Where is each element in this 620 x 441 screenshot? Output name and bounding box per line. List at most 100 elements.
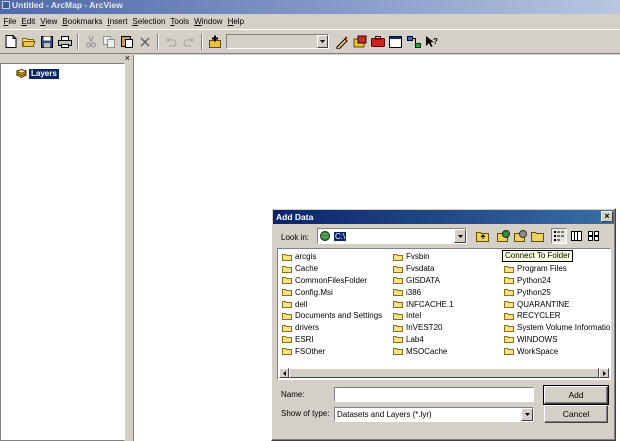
file-list-item[interactable]: dell <box>282 298 382 310</box>
file-list-item[interactable]: Documents and Settings <box>282 310 382 322</box>
command-line-icon[interactable] <box>387 33 404 50</box>
copy-icon[interactable] <box>100 33 117 50</box>
file-list-item[interactable]: i386 <box>393 286 454 298</box>
print-icon[interactable] <box>56 33 73 50</box>
dialog-title: Add Data <box>276 212 314 222</box>
undo-icon[interactable] <box>162 33 179 50</box>
scroll-left-icon[interactable] <box>279 368 289 378</box>
cancel-button[interactable]: Cancel <box>544 405 608 423</box>
scrollbar-thumb[interactable] <box>289 368 599 378</box>
menu-bookmarks[interactable]: Bookmarks <box>60 15 105 28</box>
folder-icon <box>504 335 514 344</box>
list-view-icon[interactable] <box>551 228 567 244</box>
cut-icon[interactable] <box>82 33 99 50</box>
toolbar-separator <box>77 33 79 50</box>
menu-file[interactable]: File <box>1 15 19 28</box>
file-list-item[interactable]: WINDOWS <box>504 334 610 346</box>
file-list-item[interactable]: System Volume Information <box>504 322 610 334</box>
whats-this-icon[interactable]: ? <box>423 33 440 50</box>
show-of-type-combo[interactable]: Datasets and Layers (*.lyr) <box>334 407 534 422</box>
new-folder-icon[interactable] <box>530 228 546 244</box>
editor-toolbar-icon[interactable] <box>333 33 350 50</box>
file-list-item[interactable]: Program Files <box>504 263 610 275</box>
menu-window[interactable]: Window <box>192 15 225 28</box>
arcmap-app-icon <box>2 1 10 9</box>
file-list-item[interactable]: QUARANTINE <box>504 298 610 310</box>
file-list-item-label: drivers <box>295 323 320 333</box>
chevron-down-icon[interactable] <box>521 408 533 421</box>
toc-header: × <box>0 54 133 63</box>
file-column: Fvsbin Fvsdata GISDATA i386 INFCACHE.1 Intel I… <box>393 251 454 357</box>
folder-icon <box>282 288 292 297</box>
file-list-item[interactable]: ESRI <box>282 334 382 346</box>
file-list-item[interactable]: Config.Msi <box>282 286 382 298</box>
save-icon[interactable] <box>38 33 55 50</box>
dialog-titlebar[interactable]: Add Data × <box>273 210 614 224</box>
chevron-down-icon[interactable] <box>454 229 466 243</box>
redo-icon[interactable] <box>180 33 197 50</box>
file-list-item[interactable]: Intel <box>393 310 454 322</box>
paste-icon[interactable] <box>118 33 135 50</box>
up-one-level-icon[interactable] <box>475 228 491 244</box>
chevron-down-icon[interactable] <box>317 35 328 48</box>
toc-layer-tree[interactable]: Layers <box>0 63 125 441</box>
name-input[interactable] <box>334 387 534 402</box>
file-list-item[interactable]: drivers <box>282 322 382 334</box>
file-list-item[interactable]: Fvsdata <box>393 263 454 275</box>
file-list-item[interactable]: InVEST20 <box>393 322 454 334</box>
file-browser-list[interactable]: arcgis Cache CommonFilesFolder Config.Msi de… <box>277 248 611 380</box>
horizontal-scrollbar[interactable] <box>279 368 609 378</box>
file-list-item-label: GISDATA <box>406 275 440 285</box>
layers-data-frame[interactable]: Layers <box>16 69 59 79</box>
menu-tools[interactable]: Tools <box>168 15 192 28</box>
folder-icon <box>282 347 292 356</box>
menu-help[interactable]: Help <box>225 15 246 28</box>
menu-selection[interactable]: Selection <box>130 15 168 28</box>
file-list-item-label: RECYCLER <box>517 311 561 321</box>
arcatalog-icon[interactable] <box>351 33 368 50</box>
menu-view[interactable]: View <box>38 15 60 28</box>
standard-toolbar: ? <box>0 29 620 54</box>
arctoolbox-icon[interactable] <box>369 33 386 50</box>
menu-insert[interactable]: Insert <box>105 15 130 28</box>
scroll-right-icon[interactable] <box>599 368 609 378</box>
file-list-item[interactable]: RECYCLER <box>504 310 610 322</box>
menu-edit[interactable]: Edit <box>19 15 38 28</box>
file-list-item[interactable]: Fvsbin <box>393 251 454 263</box>
file-list-item[interactable]: GISDATA <box>393 275 454 287</box>
look-in-combo[interactable]: C:\ <box>317 228 467 244</box>
folder-icon <box>282 253 292 261</box>
file-list-item[interactable]: Python24 <box>504 275 610 287</box>
file-list-item-label: Python25 <box>517 287 551 297</box>
file-list-item[interactable]: WorkSpace <box>504 345 610 357</box>
folder-icon <box>393 265 403 273</box>
add-button[interactable]: Add <box>543 385 609 405</box>
file-list-item[interactable]: Lab4 <box>393 334 454 346</box>
disconnect-folder-icon[interactable] <box>513 228 529 244</box>
add-data-icon[interactable] <box>206 33 223 50</box>
new-document-icon[interactable] <box>2 33 19 50</box>
delete-icon[interactable] <box>136 33 153 50</box>
file-list-item[interactable]: FSOther <box>282 345 382 357</box>
file-list-item[interactable]: INFCACHE.1 <box>393 298 454 310</box>
file-list-item[interactable]: MSOCache <box>393 345 454 357</box>
close-icon[interactable]: × <box>125 54 130 63</box>
details-view-icon[interactable] <box>568 228 584 244</box>
file-list-item-label: WINDOWS <box>517 334 558 344</box>
map-scale-combo[interactable] <box>226 34 329 49</box>
file-list-item[interactable]: Cache <box>282 263 382 275</box>
file-list-item-label: i386 <box>406 287 422 297</box>
connect-to-folder-icon[interactable] <box>496 228 512 244</box>
thumbnails-view-icon[interactable] <box>585 228 601 244</box>
file-list-item-label: Cache <box>295 264 319 274</box>
dialog-close-button[interactable]: × <box>601 211 613 222</box>
file-list-item[interactable]: CommonFilesFolder <box>282 275 382 287</box>
open-folder-icon[interactable] <box>20 33 37 50</box>
file-column: arcgis Cache CommonFilesFolder Config.Msi de… <box>282 251 382 357</box>
window-titlebar[interactable]: Untitled - ArcMap - ArcView <box>0 0 620 14</box>
folder-icon <box>504 324 514 332</box>
model-builder-icon[interactable] <box>405 33 422 50</box>
file-list-item[interactable]: arcgis <box>282 251 382 263</box>
file-list-item[interactable]: Python25 <box>504 286 610 298</box>
layers-label: Layers <box>29 69 59 79</box>
